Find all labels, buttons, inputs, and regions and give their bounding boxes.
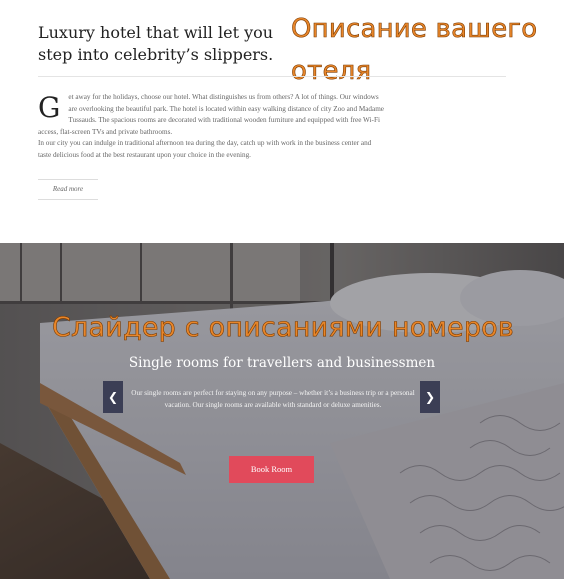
slide-title: Single rooms for travellers and business… — [128, 355, 436, 371]
annotation-rooms-slider: Слайдер с описаниями номеров — [52, 312, 515, 344]
book-room-button[interactable]: Book Room — [229, 456, 314, 483]
annotation-hotel-description: Описание вашего отеля — [291, 14, 538, 87]
hotel-description: G et away for the holidays, choose our h… — [38, 92, 384, 162]
read-more-button[interactable]: Read more — [38, 179, 98, 200]
slider-prev-button[interactable]: ❮ — [103, 381, 123, 413]
chevron-right-icon: ❯ — [424, 390, 436, 404]
slide-description: Our single rooms are perfect for staying… — [131, 389, 415, 409]
description-paragraph-1: et away for the holidays, choose our hot… — [38, 93, 384, 136]
slider-next-button[interactable]: ❯ — [420, 381, 440, 413]
hotel-title: Luxury hotel that will let you step into… — [38, 23, 274, 64]
chevron-left-icon: ❮ — [107, 390, 119, 404]
dark-overlay — [0, 243, 564, 579]
divider — [38, 76, 506, 77]
about-section: Luxury hotel that will let you step into… — [0, 0, 564, 243]
rooms-slider: Слайдер с описаниями номеров Single room… — [0, 243, 564, 579]
description-paragraph-2: In our city you can indulge in tradition… — [38, 139, 372, 159]
dropcap: G — [38, 91, 61, 124]
